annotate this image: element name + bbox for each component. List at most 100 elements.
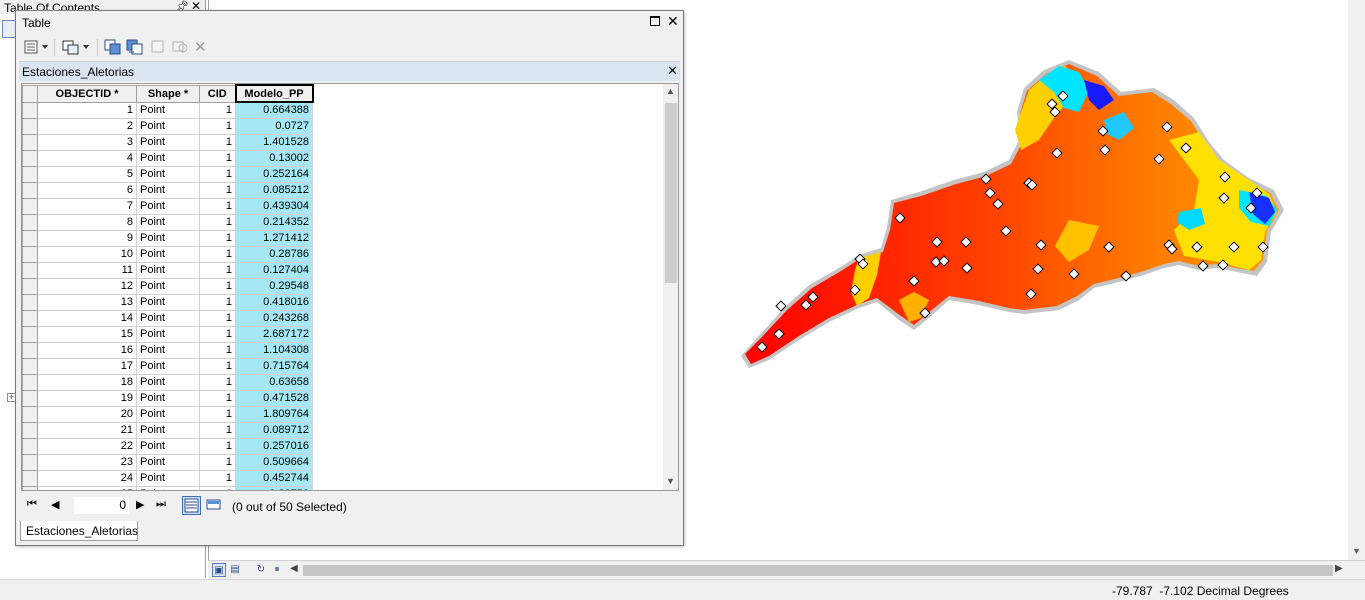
scroll-down-icon[interactable]: ▼ bbox=[1352, 546, 1361, 556]
cell-cid[interactable]: 1 bbox=[199, 181, 236, 199]
zoom-to-selected-button[interactable] bbox=[171, 38, 189, 56]
table-row[interactable]: 16 Point 1 1.104308 bbox=[22, 341, 313, 359]
cell-modelo-pp[interactable]: 1.271412 bbox=[235, 229, 313, 247]
cell-modelo-pp[interactable]: 0.252164 bbox=[235, 165, 313, 183]
cell-objectid[interactable]: 12 bbox=[37, 277, 137, 295]
row-selector[interactable] bbox=[22, 325, 38, 343]
table-row[interactable]: 25Point10.38758 bbox=[22, 485, 313, 490]
table-row[interactable]: 22 Point 1 0.257016 bbox=[22, 437, 313, 455]
tab-close-button[interactable]: ✕ bbox=[667, 63, 678, 79]
cell-objectid[interactable]: 14 bbox=[37, 309, 137, 327]
refresh-icon[interactable]: ↻ bbox=[254, 563, 268, 577]
data-view-icon[interactable]: ▣ bbox=[212, 563, 226, 577]
table-row[interactable]: 12 Point 1 0.29548 bbox=[22, 277, 313, 295]
table-row[interactable]: 24 Point 1 0.452744 bbox=[22, 469, 313, 487]
cell-modelo-pp[interactable]: 0.0727 bbox=[235, 117, 313, 135]
table-row[interactable]: 1 Point 1 0.664388 bbox=[22, 101, 313, 119]
cell-modelo-pp[interactable]: 1.809764 bbox=[235, 405, 313, 423]
table-row[interactable]: 20 Point 1 1.809764 bbox=[22, 405, 313, 423]
table-row[interactable]: 14 Point 1 0.243268 bbox=[22, 309, 313, 327]
cell-shape[interactable]: Point bbox=[136, 469, 200, 487]
cell-objectid[interactable]: 10 bbox=[37, 245, 137, 263]
cell-cid[interactable]: 1 bbox=[199, 149, 236, 167]
cell-shape[interactable]: Point bbox=[136, 389, 200, 407]
row-selector[interactable] bbox=[22, 133, 38, 151]
cell-objectid[interactable]: 20 bbox=[37, 405, 137, 423]
delete-selected-icon[interactable]: ✕ bbox=[194, 38, 207, 56]
cell-modelo-pp[interactable]: 0.715764 bbox=[235, 357, 313, 375]
cell-cid[interactable]: 1 bbox=[199, 213, 236, 231]
row-selector[interactable] bbox=[22, 181, 38, 199]
show-all-records-button[interactable] bbox=[182, 496, 201, 515]
cell-cid[interactable]: 1 bbox=[199, 245, 236, 263]
cell-objectid[interactable]: 24 bbox=[37, 469, 137, 487]
cell-shape[interactable]: Point bbox=[136, 213, 200, 231]
table-row[interactable]: 3 Point 1 1.401528 bbox=[22, 133, 313, 151]
select-by-attributes-button[interactable] bbox=[104, 38, 122, 56]
close-button[interactable]: ✕ bbox=[667, 13, 679, 30]
cell-shape[interactable]: Point bbox=[136, 405, 200, 423]
cell-cid[interactable]: 1 bbox=[199, 133, 236, 151]
attribute-grid[interactable]: OBJECTID * Shape * CID Modelo_PP 1 Point 1… bbox=[21, 83, 679, 491]
cell-modelo-pp[interactable]: 0.085212 bbox=[235, 181, 313, 199]
row-selector[interactable] bbox=[22, 213, 38, 231]
cell-shape[interactable]: Point bbox=[136, 117, 200, 135]
row-selector[interactable] bbox=[22, 117, 38, 135]
cell-objectid[interactable]: 7 bbox=[37, 197, 137, 215]
cell-cid[interactable]: 1 bbox=[199, 437, 236, 455]
column-header-modelo-pp[interactable]: Modelo_PP bbox=[234, 84, 314, 103]
cell-shape[interactable]: Point bbox=[136, 133, 200, 151]
cell-cid[interactable]: 1 bbox=[199, 277, 236, 295]
cell-objectid[interactable]: 17 bbox=[37, 357, 137, 375]
grid-vertical-scrollbar[interactable]: ▲ ▼ bbox=[663, 84, 678, 490]
table-row[interactable]: 23 Point 1 0.509664 bbox=[22, 453, 313, 471]
row-selector[interactable] bbox=[22, 165, 38, 183]
cell-modelo-pp[interactable]: 0.13002 bbox=[235, 149, 313, 167]
scrollbar-thumb[interactable] bbox=[665, 103, 677, 283]
cell-modelo-pp[interactable]: 0.439304 bbox=[235, 197, 313, 215]
next-record-icon[interactable]: ▶ bbox=[136, 498, 144, 511]
cell-modelo-pp[interactable]: 0.089712 bbox=[235, 421, 313, 439]
row-selector[interactable] bbox=[22, 357, 38, 375]
row-selector[interactable] bbox=[22, 421, 38, 439]
row-selector[interactable] bbox=[22, 437, 38, 455]
table-row[interactable]: 13 Point 1 0.418016 bbox=[22, 293, 313, 311]
row-selector[interactable] bbox=[22, 485, 38, 490]
cell-modelo-pp[interactable]: 0.127404 bbox=[235, 261, 313, 279]
table-row[interactable]: 11 Point 1 0.127404 bbox=[22, 261, 313, 279]
first-record-icon[interactable]: ⏮ bbox=[27, 498, 37, 511]
cell-shape[interactable]: Point bbox=[136, 485, 200, 490]
cell-objectid[interactable]: 13 bbox=[37, 293, 137, 311]
cell-modelo-pp[interactable]: 1.401528 bbox=[235, 133, 313, 151]
cell-shape[interactable]: Point bbox=[136, 421, 200, 439]
cell-modelo-pp[interactable]: 1.104308 bbox=[235, 341, 313, 359]
cell-cid[interactable]: 1 bbox=[199, 197, 236, 215]
row-selector[interactable] bbox=[22, 293, 38, 311]
table-row[interactable]: 4 Point 1 0.13002 bbox=[22, 149, 313, 167]
cell-shape[interactable]: Point bbox=[136, 277, 200, 295]
table-window[interactable]: Table ✕ ✕ Estaciones_Aletorias ✕ OBJECTI… bbox=[15, 10, 684, 546]
cell-cid[interactable]: 1 bbox=[199, 453, 236, 471]
column-header-objectid[interactable]: OBJECTID * bbox=[37, 84, 137, 103]
cell-objectid[interactable]: 15 bbox=[37, 325, 137, 343]
cell-modelo-pp[interactable]: 0.257016 bbox=[235, 437, 313, 455]
last-record-icon[interactable]: ⏭ bbox=[156, 498, 166, 511]
column-header-cid[interactable]: CID bbox=[199, 84, 236, 103]
cell-shape[interactable]: Point bbox=[136, 261, 200, 279]
row-selector[interactable] bbox=[22, 261, 38, 279]
cell-objectid[interactable]: 22 bbox=[37, 437, 137, 455]
cell-cid[interactable]: 1 bbox=[199, 325, 236, 343]
scroll-down-icon[interactable]: ▼ bbox=[666, 476, 675, 486]
cell-objectid[interactable]: 4 bbox=[37, 149, 137, 167]
cell-objectid[interactable]: 16 bbox=[37, 341, 137, 359]
cell-objectid[interactable]: 9 bbox=[37, 229, 137, 247]
cell-modelo-pp[interactable]: 0.29548 bbox=[235, 277, 313, 295]
cell-shape[interactable]: Point bbox=[136, 437, 200, 455]
table-row[interactable]: 5 Point 1 0.252164 bbox=[22, 165, 313, 183]
table-row[interactable]: 9 Point 1 1.271412 bbox=[22, 229, 313, 247]
cell-objectid[interactable]: 3 bbox=[37, 133, 137, 151]
cell-objectid[interactable]: 18 bbox=[37, 373, 137, 391]
cell-objectid[interactable]: 11 bbox=[37, 261, 137, 279]
cell-cid[interactable]: 1 bbox=[199, 165, 236, 183]
row-selector[interactable] bbox=[22, 197, 38, 215]
